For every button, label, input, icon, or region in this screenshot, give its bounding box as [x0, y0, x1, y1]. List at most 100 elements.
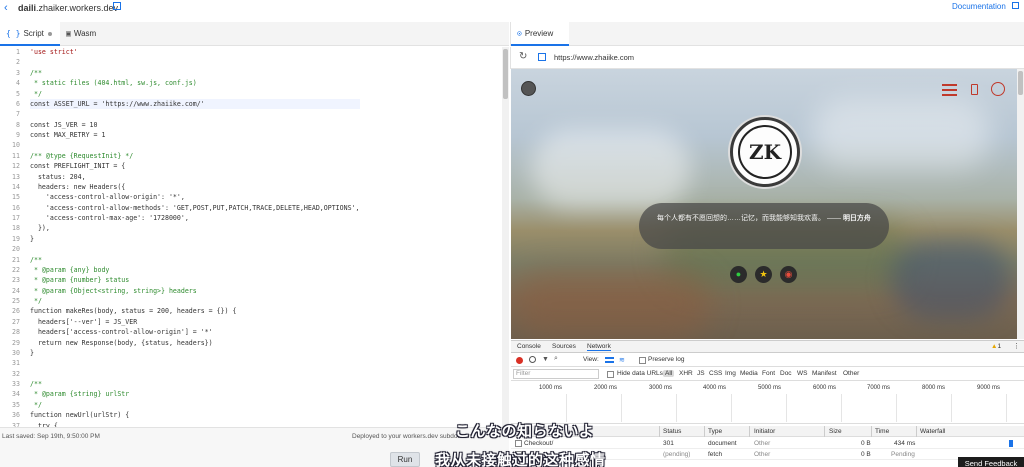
editor-scrollbar-thumb[interactable] [503, 49, 508, 99]
code-line[interactable]: 'use strict' [30, 47, 360, 57]
documentation-link[interactable]: Documentation [952, 2, 1006, 11]
editor-scrollbar[interactable] [502, 47, 509, 427]
row-status: (pending) [663, 451, 691, 458]
wechat-icon[interactable]: ● [730, 266, 747, 283]
code-line[interactable]: headers['--ver'] = JS_VER [30, 317, 360, 327]
code-line[interactable]: } [30, 348, 360, 358]
code-line[interactable]: */ [30, 89, 360, 99]
type-filter-img[interactable]: Img [725, 370, 736, 377]
run-button[interactable]: Run [390, 452, 420, 467]
code-line[interactable]: * static files (404.html, sw.js, conf.js… [30, 78, 360, 88]
hamburger-menu-icon[interactable] [942, 84, 957, 96]
type-filter-xhr[interactable]: XHR [679, 370, 693, 377]
code-lines[interactable]: 'use strict' /** * static files (404.html… [30, 47, 360, 427]
code-line[interactable] [30, 244, 360, 254]
back-icon[interactable]: ‹ [4, 2, 8, 14]
type-filter-ws[interactable]: WS [797, 370, 807, 377]
code-line[interactable]: const ASSET_URL = 'https://www.zhaiike.c… [30, 98, 360, 110]
column-initiator[interactable]: Initiator [754, 428, 775, 435]
devtools-tab-console[interactable]: Console [517, 343, 541, 350]
column-type[interactable]: Type [708, 428, 722, 435]
column-status[interactable]: Status [663, 428, 681, 435]
hide-data-urls-checkbox[interactable] [607, 371, 614, 378]
column-time[interactable]: Time [875, 428, 889, 435]
weibo-icon[interactable]: ◉ [780, 266, 797, 283]
column-size[interactable]: Size [829, 428, 842, 435]
user-icon[interactable] [991, 82, 1005, 96]
code-line[interactable]: /** [30, 379, 360, 389]
documentation-external-icon[interactable] [1012, 2, 1019, 9]
site-avatar: ZK [730, 117, 800, 187]
code-line[interactable]: status: 204, [30, 172, 360, 182]
code-line[interactable]: */ [30, 400, 360, 410]
large-rows-icon[interactable] [605, 357, 614, 363]
code-line[interactable] [30, 140, 360, 150]
preview-scrollbar[interactable] [1017, 69, 1024, 339]
preview-url-input[interactable]: https://www.zhaiike.com [554, 53, 634, 62]
tab-script[interactable]: { } Script [0, 22, 60, 46]
type-filter-other[interactable]: Other [843, 370, 859, 377]
devtools-tab-sources[interactable]: Sources [552, 343, 576, 350]
type-filter-all[interactable]: All [663, 370, 675, 377]
code-line[interactable]: 'access-control-allow-origin': '*', [30, 192, 360, 202]
preview-scrollbar-thumb[interactable] [1018, 71, 1023, 95]
code-line[interactable]: * @param {number} status [30, 275, 360, 285]
clear-icon[interactable] [529, 356, 536, 363]
filter-icon[interactable]: ▼ [542, 356, 549, 363]
type-filter-font[interactable]: Font [762, 370, 775, 377]
more-options-icon[interactable]: ⋮ [1013, 342, 1020, 350]
type-filter-media[interactable]: Media [740, 370, 758, 377]
code-line[interactable] [30, 369, 360, 379]
code-line[interactable]: headers: new Headers({ [30, 182, 360, 192]
code-editor[interactable]: 1 2 3 4 5 6 7 8 9 10 11 12 13 14 15 16 17 18 19 20 21 22 23 24 2… [0, 47, 502, 427]
open-in-new-tab-icon[interactable] [538, 53, 546, 61]
type-filter-css[interactable]: CSS [709, 370, 722, 377]
code-line[interactable]: }), [30, 223, 360, 233]
code-line[interactable]: function newUrl(urlStr) { [30, 410, 360, 420]
line-number: 16 [12, 203, 20, 212]
column-waterfall[interactable]: Waterfall [920, 428, 945, 435]
tab-wasm[interactable]: ▣ Wasm [60, 22, 102, 46]
star-icon[interactable]: ★ [755, 266, 772, 283]
code-line[interactable]: const PREFLIGHT_INIT = { [30, 161, 360, 171]
network-timeline-overview[interactable]: 1000 ms 2000 ms 3000 ms 4000 ms 5000 ms … [511, 382, 1024, 424]
code-line[interactable]: const MAX_RETRY = 1 [30, 130, 360, 140]
preview-frame[interactable]: ZK 每个人都有不愿回想的……记忆，而我能够知我欢喜。 —— 明日方舟 ● ★ … [511, 69, 1017, 339]
type-filter-manifest[interactable]: Manifest [812, 370, 837, 377]
waterfall-view-icon[interactable]: ≋ [619, 356, 625, 364]
filter-input[interactable]: Filter [513, 369, 599, 379]
code-line[interactable] [30, 109, 360, 119]
column-divider [871, 426, 872, 437]
external-link-icon[interactable] [113, 2, 121, 10]
search-icon[interactable]: ⌕ [554, 355, 558, 363]
type-filter-js[interactable]: JS [697, 370, 705, 377]
reload-icon[interactable]: ↻ [519, 51, 527, 62]
code-line[interactable]: } [30, 234, 360, 244]
devtools-tab-network[interactable]: Network [587, 343, 611, 351]
code-line[interactable]: 'access-control-max-age': '1728000', [30, 213, 360, 223]
line-number: 12 [12, 162, 20, 171]
code-line[interactable]: * @param {Object<string, string>} header… [30, 286, 360, 296]
record-icon[interactable] [516, 357, 523, 364]
code-line[interactable]: function makeRes(body, status = 200, hea… [30, 306, 360, 316]
code-line[interactable]: headers['access-control-allow-origin'] =… [30, 327, 360, 337]
code-line[interactable]: * @param {string} urlStr [30, 389, 360, 399]
code-line[interactable]: /** @type {RequestInit} */ [30, 151, 360, 161]
code-line[interactable]: return new Response(body, {status, heade… [30, 338, 360, 348]
code-line[interactable]: * @param {any} body [30, 265, 360, 275]
code-line[interactable] [30, 57, 360, 67]
code-line[interactable]: */ [30, 296, 360, 306]
preserve-log-label: Preserve log [648, 356, 685, 363]
warning-indicator[interactable]: ▲1 [991, 343, 1001, 350]
send-feedback-button[interactable]: Send Feedback [958, 457, 1024, 467]
code-line[interactable] [30, 358, 360, 368]
code-line[interactable]: /** [30, 255, 360, 265]
code-line[interactable]: /** [30, 68, 360, 78]
tab-preview[interactable]: ⊙ Preview [511, 22, 569, 46]
type-filter-doc[interactable]: Doc [780, 370, 792, 377]
preserve-log-checkbox[interactable] [639, 357, 646, 364]
code-line[interactable]: const JS_VER = 10 [30, 120, 360, 130]
code-line[interactable]: 'access-control-allow-methods': 'GET,POS… [30, 203, 360, 213]
phone-icon[interactable] [971, 84, 978, 95]
site-logo-icon[interactable] [521, 81, 536, 96]
